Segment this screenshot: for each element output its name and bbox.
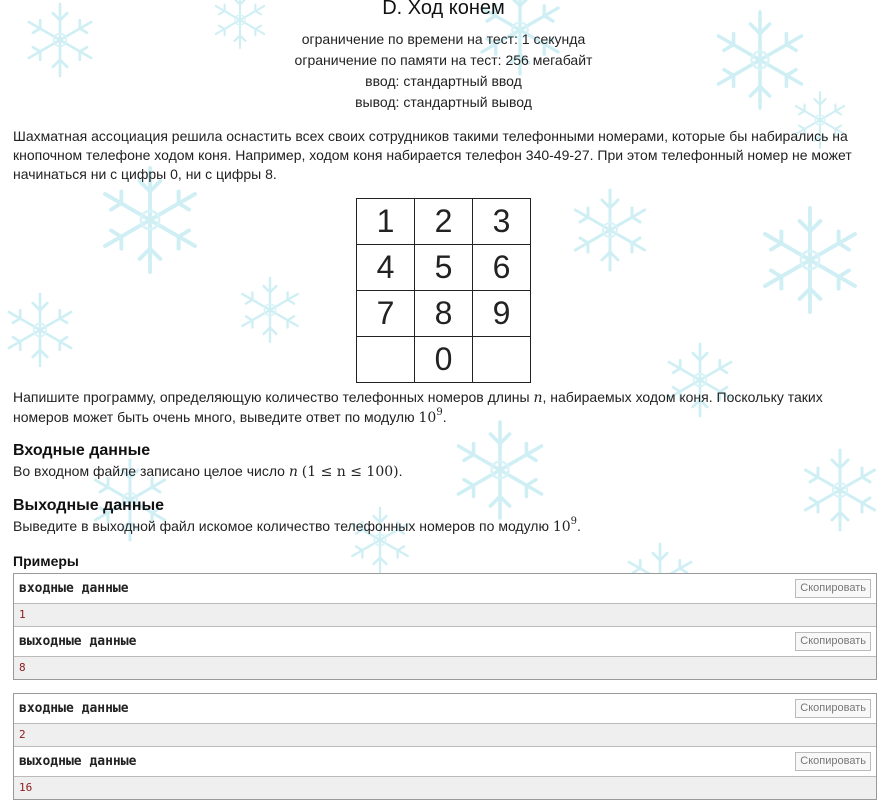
keypad-row: 7 8 9	[356, 290, 531, 337]
statement-line-1: Шахматная ассоциация решила оснастить вс…	[13, 128, 848, 144]
task-description: Напишите программу, определяющую количес…	[13, 388, 875, 428]
output-label: выходные данные	[19, 754, 137, 769]
problem-title: D. Ход конем	[382, 0, 505, 19]
example-output-value: 16	[19, 781, 33, 794]
keypad-key: 1	[356, 198, 415, 245]
keypad-key: 9	[472, 290, 531, 337]
copy-output-button[interactable]: Скопировать	[795, 752, 871, 771]
input-text: Во входном файле записано целое число	[13, 463, 289, 479]
task-text: Напишите программу, определяющую количес…	[13, 389, 534, 405]
task-text: .	[442, 409, 447, 425]
output-text: Выведите в выходной файл искомое количес…	[13, 518, 553, 534]
example-input-value: 2	[19, 728, 26, 741]
input-section-title: Входные данные	[13, 442, 151, 459]
mod-base: 10	[552, 519, 571, 535]
example-output-value: 8	[19, 661, 26, 674]
keypad-key	[356, 336, 415, 383]
keypad-key: 0	[414, 336, 473, 383]
task-text: , набираемых ходом коня. Поскольку таких	[542, 389, 823, 405]
phone-keypad: 1 2 3 4 5 6 7 8 9 0	[356, 198, 531, 383]
input-label: входные данные	[19, 581, 129, 596]
example-block: входные данные Скопировать 2 выходные да…	[13, 693, 877, 800]
keypad-key: 7	[356, 290, 415, 337]
example-output-header: выходные данные Скопировать	[14, 627, 876, 657]
problem-statement: Шахматная ассоциация решила оснастить вс…	[13, 127, 875, 184]
input-text: .	[398, 463, 403, 479]
memory-limit: ограничение по памяти на тест: 256 мегаб…	[294, 52, 593, 68]
math-var-n: n	[533, 390, 543, 406]
example-input-value-box: 2	[14, 724, 876, 747]
keypad-key: 8	[414, 290, 473, 337]
statement-line-2: кнопочном телефоне ходом коня. Например,…	[13, 147, 852, 163]
keypad-key: 3	[472, 198, 531, 245]
task-line-2: номеров может быть очень много, выведите…	[13, 408, 875, 428]
keypad-row: 4 5 6	[356, 244, 531, 291]
output-section-title: Выходные данные	[13, 497, 165, 514]
keypad-key	[472, 336, 531, 383]
task-text: номеров может быть очень много, выведите…	[13, 409, 419, 425]
copy-input-button[interactable]: Скопировать	[795, 699, 871, 718]
input-label: входные данные	[19, 701, 129, 716]
example-input-header: входные данные Скопировать	[14, 694, 876, 724]
keypad-key: 5	[414, 244, 473, 291]
example-input-header: входные данные Скопировать	[14, 574, 876, 604]
example-input-value-box: 1	[14, 604, 876, 627]
keypad-row: 0	[356, 336, 531, 383]
mod-base: 10	[418, 410, 437, 426]
copy-input-button[interactable]: Скопировать	[795, 579, 871, 598]
example-output-value-box: 16	[14, 777, 876, 799]
math-var-n: n	[288, 464, 298, 480]
keypad-key: 2	[414, 198, 473, 245]
examples-title: Примеры	[13, 553, 79, 569]
time-limit: ограничение по времени на тест: 1 секунд…	[301, 31, 586, 47]
copy-output-button[interactable]: Скопировать	[795, 632, 871, 651]
keypad-key: 4	[356, 244, 415, 291]
output-text: .	[577, 518, 581, 534]
keypad-row: 1 2 3	[356, 198, 531, 245]
task-line-1: Напишите программу, определяющую количес…	[13, 388, 875, 408]
output-label: выходные данные	[19, 634, 137, 649]
example-block: входные данные Скопировать 1 выходные да…	[13, 573, 877, 680]
keypad-key: 6	[472, 244, 531, 291]
input-spec: ввод: стандартный ввод	[365, 73, 522, 89]
output-section-text: Выведите в выходной файл искомое количес…	[13, 517, 875, 537]
example-output-value-box: 8	[14, 657, 876, 679]
math-constraint: (1 ≤ n ≤ 100)	[301, 464, 399, 480]
example-output-header: выходные данные Скопировать	[14, 747, 876, 777]
statement-line-3: начинаться ни с цифры 0, ни с цифры 8.	[13, 166, 277, 182]
output-spec: вывод: стандартный вывод	[355, 94, 532, 110]
problem-page: D. Ход конем ограничение по времени на т…	[0, 0, 887, 803]
input-section-text: Во входном файле записано целое число n …	[13, 462, 875, 482]
example-input-value: 1	[19, 608, 26, 621]
